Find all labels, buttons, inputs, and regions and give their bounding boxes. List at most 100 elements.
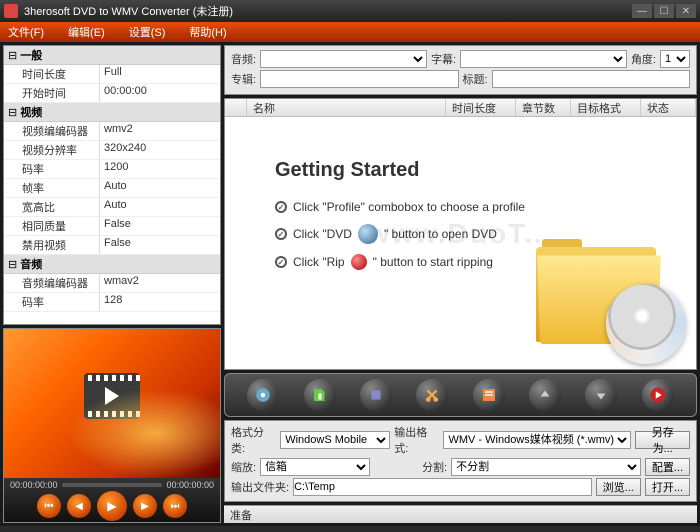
settings-button[interactable] [473,379,505,411]
album-label: 专辑: [231,71,256,87]
col-name[interactable]: 名称 [247,99,446,116]
menu-file[interactable]: 文件(F) [8,24,44,40]
menu-settings[interactable]: 设置(S) [129,24,166,40]
add-file-button[interactable] [304,379,336,411]
folder-art [536,239,676,359]
format-cat-select[interactable]: WindowS Mobile [280,431,390,449]
prop-key: 禁用视频 [4,236,99,254]
metadata-fields: 音频: 字幕: 角度: 1 专辑: 标题: [224,45,697,95]
gs-heading: Getting Started [275,159,525,182]
preview-controls: 00:00:00:00 00:00:00:00 ⏮ ◀ ▶ ▶ ⏭ [4,478,220,522]
maximize-button[interactable]: ☐ [654,4,674,18]
stop-button[interactable] [360,379,392,411]
seek-slider[interactable] [62,483,163,487]
app-logo-icon [4,4,18,18]
col-target[interactable]: 目标格式 [571,99,641,116]
prop-val[interactable]: 320x240 [99,141,220,159]
bullet-icon: ✓ [275,228,287,240]
move-up-button[interactable] [529,379,561,411]
format-cat-label: 格式分类: [231,424,276,456]
rip-button[interactable] [642,379,674,411]
statusbar: 准备 [224,505,697,523]
prop-group[interactable]: 一般 [4,46,220,65]
prop-row[interactable]: 时间长度Full [4,65,220,84]
prop-row[interactable]: 视频编编码器wmv2 [4,122,220,141]
film-icon [84,373,140,419]
menu-edit[interactable]: 编辑(E) [68,24,105,40]
prop-row[interactable]: 视频分辨率320x240 [4,141,220,160]
prop-val[interactable]: False [99,217,220,235]
rewind-button[interactable]: ◀ [67,494,91,518]
zoom-select[interactable]: 信箱 [260,458,370,476]
rip-icon [351,254,367,270]
minimize-button[interactable]: — [632,4,652,18]
preview-canvas [4,329,220,478]
col-duration[interactable]: 时间长度 [446,99,516,116]
col-status[interactable]: 状态 [641,99,696,116]
titlebar: 3herosoft DVD to WMV Converter (未注册) — ☐… [0,0,700,22]
output-folder-input[interactable] [293,478,592,496]
output-format-select[interactable]: WMV - Windows媒体视频 (*.wmv) [443,431,631,449]
cut-button[interactable] [416,379,448,411]
split-select[interactable]: 不分割 [451,458,641,476]
prop-val[interactable]: Full [99,65,220,83]
audio-label: 音频: [231,51,256,67]
subtitle-select[interactable] [460,50,627,68]
output-format-label: 输出格式: [394,424,439,456]
saveas-button[interactable]: 另存为... [635,431,690,449]
prop-row[interactable]: 禁用视频False [4,236,220,255]
prop-row[interactable]: 码率128 [4,293,220,312]
prop-val[interactable]: 1200 [99,160,220,178]
angle-select[interactable]: 1 [660,50,690,68]
prop-val[interactable]: False [99,236,220,254]
list-header: 名称 时间长度 章节数 目标格式 状态 [225,99,696,117]
menu-help[interactable]: 帮助(H) [189,24,226,40]
open-folder-button[interactable]: 打开... [645,478,690,496]
properties-panel: 一般时间长度Full开始时间00:00:00视频视频编编码器wmv2视频分辨率3… [3,45,221,325]
disc-icon [606,284,686,364]
prop-row[interactable]: 相同质量False [4,217,220,236]
prop-key: 音频编编码器 [4,274,99,292]
bullet-icon: ✓ [275,256,287,268]
prop-row[interactable]: 码率1200 [4,160,220,179]
prop-val[interactable]: wmv2 [99,122,220,140]
angle-label: 角度: [631,51,656,67]
prop-row[interactable]: 帧率Auto [4,179,220,198]
gs-line2a: Click "DVD [293,227,352,241]
prop-row[interactable]: 宽高比Auto [4,198,220,217]
prop-val[interactable]: wmav2 [99,274,220,292]
prev-button[interactable]: ⏮ [37,494,61,518]
prop-key: 相同质量 [4,217,99,235]
open-dvd-button[interactable] [247,379,279,411]
prop-row[interactable]: 音频编编码器wmav2 [4,274,220,293]
prop-val[interactable]: 00:00:00 [99,84,220,102]
prop-key: 时间长度 [4,65,99,83]
title-input[interactable] [492,70,690,88]
prop-val[interactable]: Auto [99,179,220,197]
prop-group[interactable]: 音频 [4,255,220,274]
prop-key: 视频编编码器 [4,122,99,140]
play-button[interactable]: ▶ [97,491,127,521]
prop-key: 帧率 [4,179,99,197]
browse-button[interactable]: 浏览... [596,478,641,496]
prop-key: 码率 [4,160,99,178]
prop-val[interactable]: Auto [99,198,220,216]
getting-started: Getting Started ✓ Click "Profile" combobo… [275,159,525,280]
prop-group[interactable]: 视频 [4,103,220,122]
close-button[interactable]: ✕ [676,4,696,18]
move-down-button[interactable] [585,379,617,411]
prop-val[interactable]: 128 [99,293,220,311]
audio-select[interactable] [260,50,427,68]
col-chapters[interactable]: 章节数 [516,99,571,116]
gs-line2b: " button to open DVD [384,227,497,241]
col-check[interactable] [225,99,247,116]
forward-button[interactable]: ▶ [133,494,157,518]
gs-line1: Click "Profile" combobox to choose a pro… [293,200,525,214]
config-button[interactable]: 配置... [645,458,690,476]
next-button[interactable]: ⏭ [163,494,187,518]
prop-row[interactable]: 开始时间00:00:00 [4,84,220,103]
split-label: 分割: [422,459,447,475]
album-input[interactable] [260,70,458,88]
properties-scroll[interactable]: 一般时间长度Full开始时间00:00:00视频视频编编码器wmv2视频分辨率3… [4,46,220,324]
preview-panel: 00:00:00:00 00:00:00:00 ⏮ ◀ ▶ ▶ ⏭ [3,328,221,523]
